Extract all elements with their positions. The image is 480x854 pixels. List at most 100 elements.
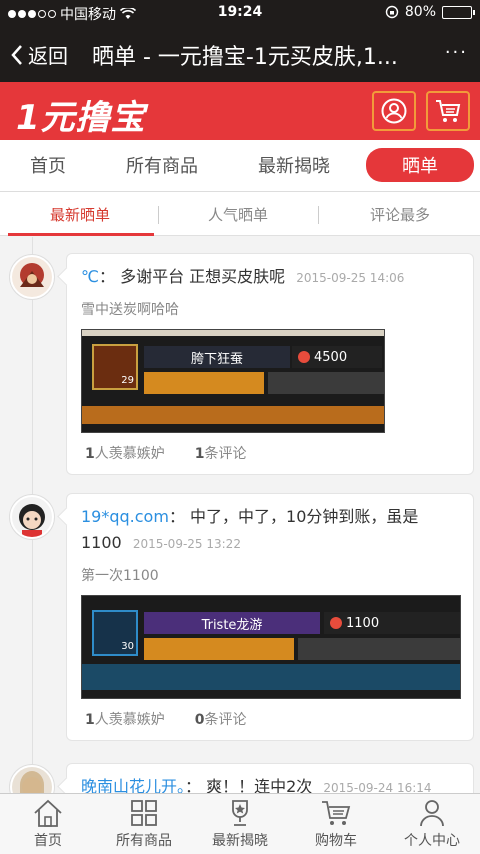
post-card[interactable]: 19*qq.com： 中了，中了，10分钟到账，虽是1100 2015-09-2… [66,493,474,741]
post-content: 爽！！连中2次 [206,777,313,793]
subtab-latest[interactable]: 最新晒单 [50,204,110,225]
likes[interactable]: 1人羡慕嫉妒 [85,709,165,729]
champion-level: 29 [121,375,134,386]
screenshot-terrain [82,406,384,424]
sub-tabs: 最新晒单 人气晒单 评论最多 [0,192,480,236]
comments[interactable]: 0条评论 [195,709,247,729]
likes-count: 1 [85,712,95,728]
colon-separator: ： [98,267,121,286]
tab-all-products[interactable]: 所有商品 [126,152,198,178]
score-box: 1100 [324,612,460,634]
bottom-tab-home[interactable]: 首页 [0,796,96,850]
chest-bar [144,638,294,660]
cart-icon [436,100,461,122]
cart-icon [322,801,351,825]
category-tabs: 首页 所有商品 最新揭晓 晒单 [0,140,480,192]
status-bar: 中国移动 19:24 80% [0,0,480,26]
champion-level: 30 [121,641,134,652]
user-button[interactable] [372,91,416,131]
avatar[interactable] [10,765,54,793]
bottom-tab-all-products[interactable]: 所有商品 [96,796,192,850]
comments[interactable]: 1条评论 [195,443,247,463]
person-icon [420,800,444,827]
comments-label: 条评论 [204,712,247,728]
comments-count: 0 [194,712,205,728]
post-content: 多谢平台 正想买皮肤呢 [120,267,286,286]
likes-label: 人羡慕嫉妒 [94,446,165,462]
bottom-tab-profile[interactable]: 个人中心 [384,796,480,850]
more-button[interactable]: ··· [445,42,468,63]
feed: ℃： 多谢平台 正想买皮肤呢 2015-09-25 14:06 雪中送炭啊哈哈 … [0,237,480,793]
divider [158,206,159,224]
post-actions: 1人羡慕嫉妒 1条评论 [81,443,459,463]
colon-separator: ： [168,507,191,526]
profile-bar [298,638,460,660]
post-timestamp: 2015-09-25 14:06 [296,271,405,285]
bottom-tab-label: 购物车 [315,833,357,849]
post-text: ℃： 多谢平台 正想买皮肤呢 2015-09-25 14:06 [81,264,459,291]
cart-button[interactable] [426,91,470,131]
score-value: 1100 [346,615,380,631]
screenshot-terrain [82,664,460,690]
bottom-tab-latest-reveal[interactable]: 最新揭晓 [192,796,288,850]
avatar-image [12,497,52,537]
post-actions: 1人羡慕嫉妒 0条评论 [81,709,459,729]
back-button[interactable]: 返回 [10,40,68,69]
tab-latest-reveal[interactable]: 最新揭晓 [258,152,330,178]
post-card[interactable]: ℃： 多谢平台 正想买皮肤呢 2015-09-25 14:06 雪中送炭啊哈哈 … [66,253,474,475]
heart-icon [298,351,310,363]
comments-label: 条评论 [204,446,247,462]
likes-count: 1 [85,446,95,462]
profile-bar [268,372,384,394]
post-timestamp: 2015-09-25 13:22 [132,537,241,551]
trophy-icon [232,800,248,826]
page-title: 晒单 - 一元撸宝-1元买皮肤,1... [92,45,398,70]
user-icon [381,98,407,124]
likes[interactable]: 1人羡慕嫉妒 [85,443,165,463]
avatar[interactable] [10,255,54,299]
nav-bar: 返回 晒单 - 一元撸宝-1元买皮肤,1... ··· [0,26,480,82]
subtab-most-comments[interactable]: 评论最多 [370,204,430,225]
player-name: Triste龙游 [144,612,320,634]
chest-bar [144,372,264,394]
score-box: 4500 [292,346,382,368]
post-screenshot[interactable]: 30 Triste龙游 1100 [81,595,461,699]
score-value: 4500 [314,349,348,365]
post-text: 19*qq.com： 中了，中了，10分钟到账，虽是1100 2015-09-2… [81,504,459,557]
grid-icon [131,800,157,826]
tab-show-orders[interactable]: 晒单 [366,148,474,182]
screenshot-banner [82,330,384,336]
post-subtitle: 第一次1100 [81,568,159,584]
battery-label: 80% [404,4,436,20]
post-text: 晚南山花儿开。： 爽！！连中2次 2015-09-24 16:14 [81,774,459,793]
avatar-image [12,257,52,297]
bottom-tab-label: 首页 [34,833,62,849]
active-tab-indicator [8,233,154,236]
rotation-lock-icon [385,5,399,19]
post-subtitle: 雪中送炭啊哈哈 [81,302,179,318]
bottom-tab-bar: 首页 所有商品 最新揭晓 购物车 个人中心 [0,793,480,854]
chevron-left-icon [11,44,22,65]
battery-icon [442,5,475,19]
post-card[interactable]: 晚南山花儿开。： 爽！！连中2次 2015-09-24 16:14 [66,763,474,793]
bottom-tab-label: 最新揭晓 [212,833,268,849]
post-username[interactable]: ℃ [81,267,99,286]
champion-portrait: 29 [92,344,138,390]
avatar[interactable] [10,495,54,539]
post-username[interactable]: 晚南山花儿开。 [81,777,185,793]
post-username[interactable]: 19*qq.com [81,507,169,526]
home-icon [34,799,62,827]
bottom-tab-label: 所有商品 [116,833,172,849]
subtab-popular[interactable]: 人气晒单 [208,204,268,225]
avatar-image [12,767,52,793]
post-screenshot[interactable]: 29 胯下狂蚕 4500 [81,329,385,433]
back-label: 返回 [28,44,68,68]
bottom-tab-cart[interactable]: 购物车 [288,796,384,850]
likes-label: 人羡慕嫉妒 [94,712,165,728]
colon-separator: ： [185,777,207,793]
comments-count: 1 [194,446,205,462]
brand-bar: 1元撸宝 [0,82,480,140]
tab-home[interactable]: 首页 [30,152,66,178]
logo[interactable]: 1元撸宝 [16,90,146,139]
player-name: 胯下狂蚕 [144,346,290,368]
